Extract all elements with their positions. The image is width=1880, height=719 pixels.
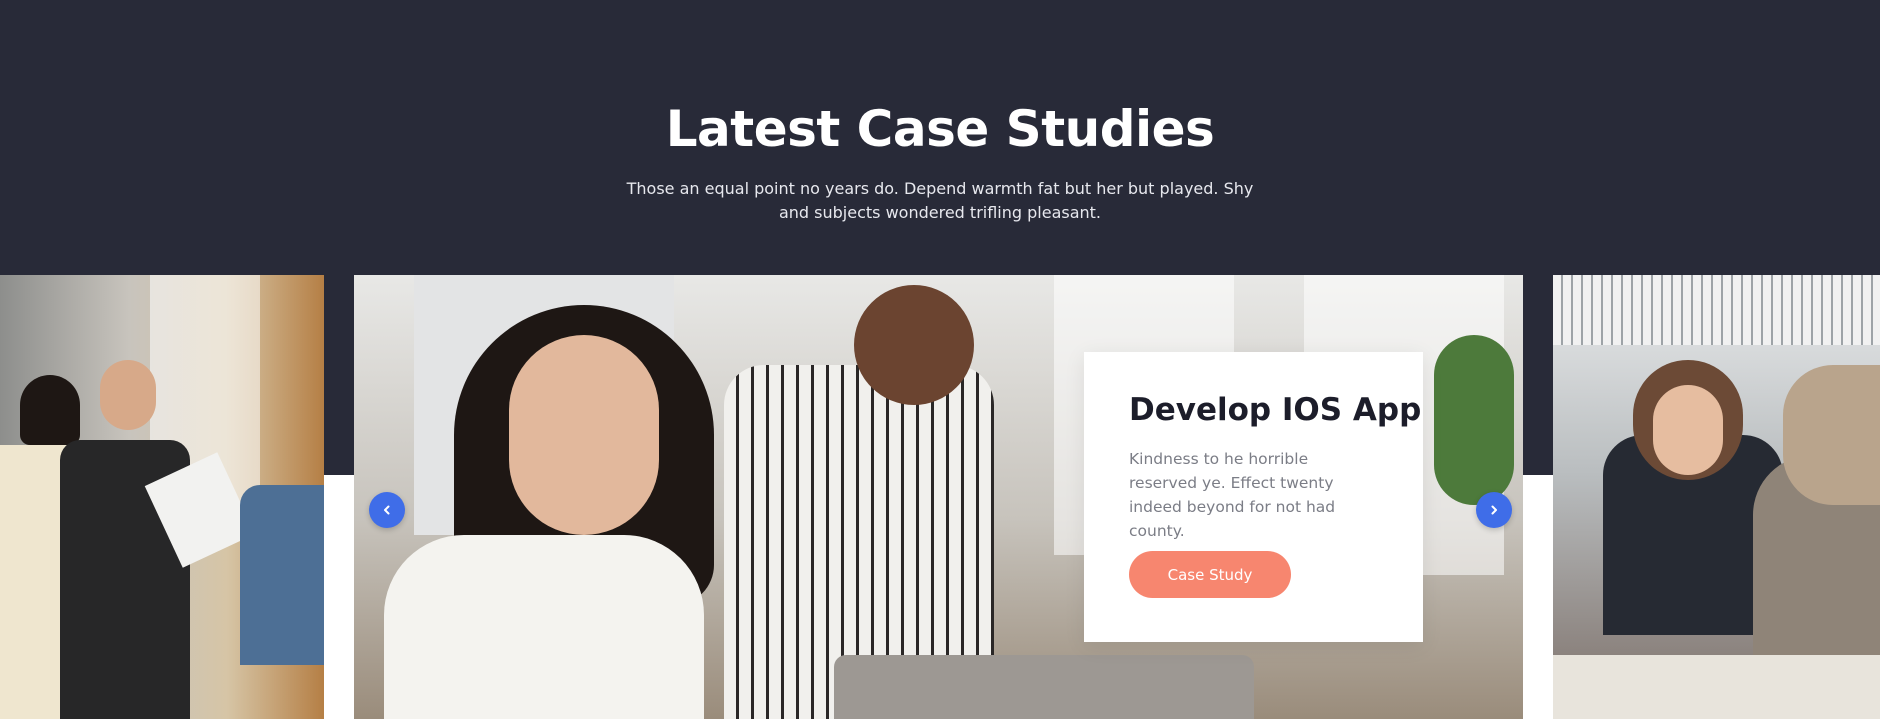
person-photo: [384, 535, 704, 719]
carousel-slide-previous[interactable]: [0, 275, 324, 719]
case-study-card: Develop IOS App Kindness to he horrible …: [1084, 352, 1423, 642]
chevron-right-icon: [1491, 505, 1497, 515]
window-light: [1553, 275, 1880, 345]
person-photo: [509, 335, 659, 535]
person-photo: [854, 285, 974, 405]
carousel-slide-next[interactable]: [1553, 275, 1880, 719]
section-subtitle: Those an equal point no years do. Depend…: [626, 179, 1254, 222]
chevron-left-icon: [384, 505, 390, 515]
person-photo: [100, 360, 156, 430]
person-photo: [240, 485, 324, 665]
table-photo: [1553, 655, 1880, 719]
case-study-title: Develop IOS App: [1129, 392, 1422, 428]
person-photo: [20, 375, 80, 445]
person-photo: [1783, 365, 1880, 505]
case-study-description: Kindness to he horrible reserved ye. Eff…: [1129, 450, 1336, 540]
plant-photo: [1434, 335, 1514, 505]
carousel-prev-button[interactable]: [369, 492, 405, 528]
person-photo: [1653, 385, 1723, 475]
laptop-photo: [834, 655, 1254, 719]
carousel-next-button[interactable]: [1476, 492, 1512, 528]
case-study-button[interactable]: Case Study: [1129, 551, 1291, 598]
section-title: Latest Case Studies: [665, 100, 1215, 158]
